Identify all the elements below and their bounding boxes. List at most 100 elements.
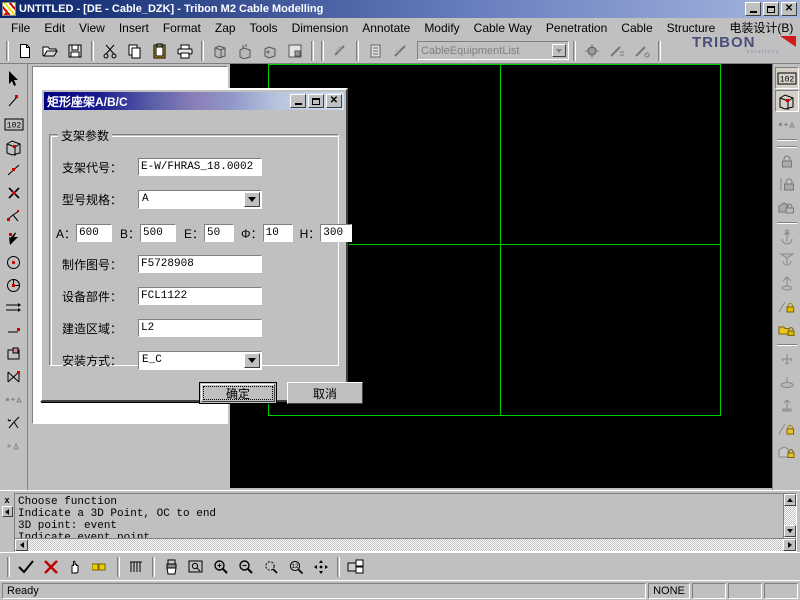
scroll-down-button[interactable] xyxy=(784,525,796,537)
cable-connect-icon[interactable] xyxy=(605,39,629,62)
message-log[interactable]: Choose function Indicate a 3D Point, OC … xyxy=(14,493,797,552)
menu-edit[interactable]: Edit xyxy=(37,19,72,37)
print-icon[interactable] xyxy=(173,39,197,62)
lock-icon[interactable] xyxy=(775,150,799,172)
menu-penetration[interactable]: Penetration xyxy=(539,19,614,37)
dim-phi-input[interactable]: 10 xyxy=(262,224,293,242)
lock-solid-icon[interactable] xyxy=(775,196,799,218)
message-horizontal-scrollbar[interactable] xyxy=(15,538,796,551)
scroll-up-button[interactable] xyxy=(784,494,796,506)
dim-a-input[interactable]: 600 xyxy=(76,224,113,242)
arrow-pair-icon[interactable] xyxy=(2,297,26,319)
line-icon[interactable] xyxy=(2,159,26,181)
arc-icon[interactable] xyxy=(2,274,26,296)
rectangle-icon[interactable] xyxy=(2,343,26,365)
line-padlock-icon[interactable] xyxy=(775,417,799,439)
anchor-point-icon[interactable] xyxy=(775,272,799,294)
zoom-out-icon[interactable] xyxy=(234,555,258,578)
cube-icon[interactable] xyxy=(774,90,799,112)
dim-h-input[interactable]: 300 xyxy=(320,224,353,242)
scroll-track[interactable] xyxy=(784,506,796,525)
add-point-icon[interactable] xyxy=(2,389,26,411)
plane-anchor-icon[interactable] xyxy=(775,371,799,393)
cable-list-icon[interactable] xyxy=(363,39,387,62)
dimension-102-icon[interactable]: 102 xyxy=(774,67,799,89)
zoom-fit-icon[interactable] xyxy=(259,555,283,578)
sketch-icon[interactable] xyxy=(2,412,26,434)
scroll-track-horizontal[interactable] xyxy=(28,539,783,551)
model-view-icon[interactable] xyxy=(258,39,282,62)
dimension-102-icon[interactable]: 102 xyxy=(2,113,26,135)
brush-icon[interactable] xyxy=(159,555,183,578)
cube-icon[interactable] xyxy=(2,136,26,158)
shape-padlock-icon[interactable] xyxy=(775,440,799,462)
minimize-button[interactable] xyxy=(745,2,761,16)
bracket-code-input[interactable]: E-W/FHRAS_18.0002 xyxy=(138,158,262,176)
scroll-left-button[interactable] xyxy=(15,539,28,551)
close-icon[interactable]: x xyxy=(1,494,13,505)
menu-format[interactable]: Format xyxy=(156,19,208,37)
lock-vertical-icon[interactable] xyxy=(775,173,799,195)
menu-modify[interactable]: Modify xyxy=(417,19,466,37)
drawing-number-input[interactable]: F5728908 xyxy=(138,255,262,273)
close-button[interactable]: ✕ xyxy=(781,2,797,16)
equipment-icon[interactable] xyxy=(580,39,604,62)
dim-e-input[interactable]: 50 xyxy=(204,224,235,242)
cable-route-icon[interactable] xyxy=(388,39,412,62)
solid-view-icon[interactable] xyxy=(208,39,232,62)
new-document-icon[interactable] xyxy=(13,39,37,62)
drawing-view-icon[interactable] xyxy=(283,39,307,62)
triangle-point-icon[interactable] xyxy=(775,113,799,135)
segment-icon[interactable] xyxy=(2,320,26,342)
point-line-icon[interactable] xyxy=(2,90,26,112)
dialog-minimize-button[interactable] xyxy=(290,94,306,108)
confirm-check-icon[interactable] xyxy=(14,555,38,578)
add-plus-icon[interactable] xyxy=(89,555,113,578)
cable-equipment-list-combo[interactable]: CableEquipmentList xyxy=(417,41,569,60)
dim-b-input[interactable]: 500 xyxy=(140,224,177,242)
comb-icon[interactable] xyxy=(124,555,148,578)
cross-icon[interactable] xyxy=(2,182,26,204)
open-folder-icon[interactable] xyxy=(38,39,62,62)
cancel-button[interactable]: 取消 xyxy=(287,382,363,404)
scroll-right-button[interactable] xyxy=(783,539,796,551)
vertical-anchor-icon[interactable] xyxy=(775,394,799,416)
chevron-down-icon[interactable] xyxy=(244,353,260,368)
add-node-icon[interactable] xyxy=(2,435,26,457)
menu-cable[interactable]: Cable xyxy=(614,19,659,37)
equipment-part-input[interactable]: FCL1122 xyxy=(138,287,262,305)
select-arrow-icon[interactable] xyxy=(2,67,26,89)
cable-options-icon[interactable] xyxy=(630,39,654,62)
menu-cable-way[interactable]: Cable Way xyxy=(467,19,539,37)
menu-dimension[interactable]: Dimension xyxy=(285,19,356,37)
save-disk-icon[interactable] xyxy=(63,39,87,62)
menu-view[interactable]: View xyxy=(72,19,112,37)
cable-run-icon[interactable] xyxy=(328,39,352,62)
line-lock-icon[interactable] xyxy=(775,295,799,317)
bowtie-icon[interactable] xyxy=(2,366,26,388)
chevron-down-icon[interactable] xyxy=(244,192,260,207)
circle-center-icon[interactable] xyxy=(2,251,26,273)
build-area-input[interactable]: L2 xyxy=(138,319,262,337)
menu-zap[interactable]: Zap xyxy=(208,19,243,37)
ok-button[interactable]: 确定 xyxy=(199,382,277,404)
chevron-down-icon[interactable] xyxy=(552,44,566,57)
polyline-icon[interactable] xyxy=(2,205,26,227)
anchor-plane-icon[interactable] xyxy=(775,249,799,271)
zoom-previous-icon[interactable]: 12 xyxy=(284,555,308,578)
install-method-combo[interactable]: E_C xyxy=(138,351,262,370)
model-spec-combo[interactable]: A xyxy=(138,190,262,209)
restore-button[interactable] xyxy=(763,2,779,16)
pick-point-icon[interactable] xyxy=(2,228,26,250)
cancel-x-icon[interactable] xyxy=(39,555,63,578)
view-layout-icon[interactable] xyxy=(344,555,368,578)
menu-insert[interactable]: Insert xyxy=(112,19,156,37)
dialog-close-button[interactable]: ✕ xyxy=(326,94,342,108)
paste-clipboard-icon[interactable] xyxy=(148,39,172,62)
zoom-window-icon[interactable] xyxy=(184,555,208,578)
copy-icon[interactable] xyxy=(123,39,147,62)
collapse-left-icon[interactable] xyxy=(1,506,13,517)
assembly-view-icon[interactable] xyxy=(233,39,257,62)
menu-file[interactable]: File xyxy=(4,19,37,37)
cut-scissors-icon[interactable] xyxy=(98,39,122,62)
